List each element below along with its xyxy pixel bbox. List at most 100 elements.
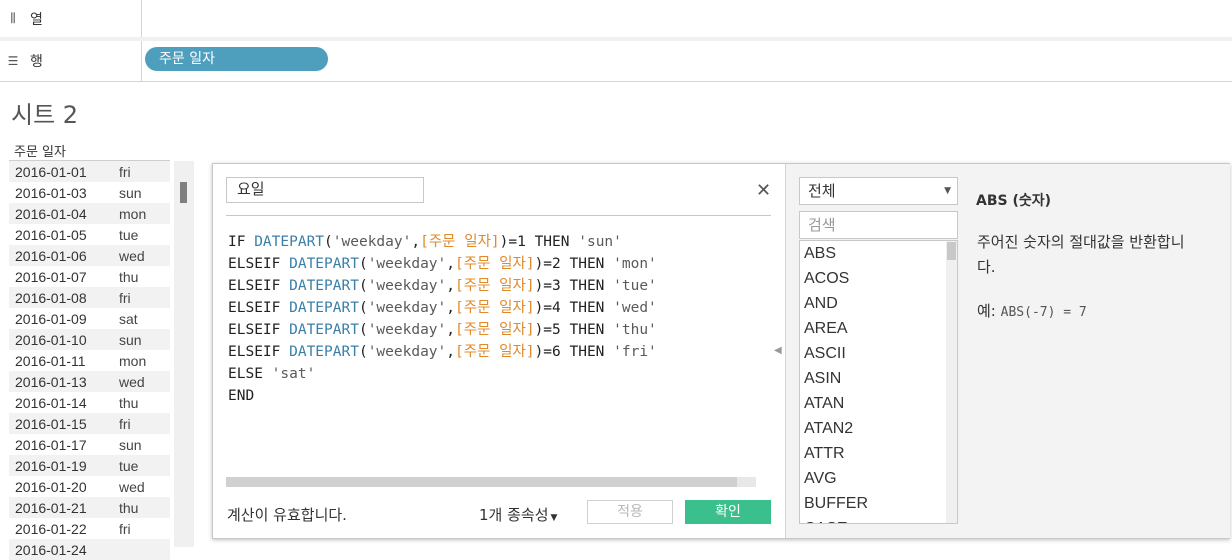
editor-hscrollbar-thumb[interactable] — [226, 477, 737, 487]
columns-shelf-label: ⫼ 열 — [0, 0, 142, 37]
formula-keyword: ELSEIF — [228, 300, 290, 316]
order-date-pill[interactable]: 주문 일자 — [145, 47, 328, 71]
formula-keyword: )=2 THEN — [534, 256, 614, 272]
formula-function: DATEPART — [289, 278, 359, 294]
formula-string: 'tue' — [613, 278, 657, 294]
formula-punct: , — [411, 234, 421, 250]
order-date-cell: 2016-01-04 — [15, 205, 87, 222]
function-list-scrollbar[interactable] — [946, 241, 957, 523]
table-row[interactable]: 2016-01-22 fri — [9, 518, 170, 539]
rows-shelf[interactable]: ☰ 행 주문 일자 — [0, 41, 1232, 82]
formula-function: DATEPART — [254, 234, 325, 250]
function-list-item[interactable]: AVG — [800, 466, 957, 491]
order-date-cell: 2016-01-13 — [15, 373, 87, 390]
table-row[interactable]: 2016-01-17 sun — [9, 434, 170, 455]
formula-punct: , — [446, 256, 455, 272]
sheet-scrollbar-thumb[interactable] — [180, 182, 187, 203]
formula-string: 'sun' — [578, 234, 622, 250]
formula-editor[interactable]: IF DATEPART('weekday',[주문 일자])=1 THEN 's… — [228, 231, 657, 407]
formula-keyword: ELSEIF — [228, 322, 290, 338]
order-date-cell: 2016-01-07 — [15, 268, 87, 285]
dependencies-label: 1개 종속성 — [479, 506, 549, 524]
function-category-select[interactable]: 전체 ▼ — [799, 177, 958, 205]
table-row[interactable]: 2016-01-14 thu — [9, 392, 170, 413]
function-list-item[interactable]: AREA — [800, 316, 957, 341]
table-row[interactable]: 2016-01-08 fri — [9, 287, 170, 308]
table-row[interactable]: 2016-01-24 — [9, 539, 170, 560]
dropdown-arrow-icon: ▼ — [944, 186, 951, 196]
table-row[interactable]: 2016-01-21 thu — [9, 497, 170, 518]
function-list-item[interactable]: BUFFER — [800, 491, 957, 516]
weekday-cell: sun — [119, 184, 142, 201]
formula-field: [주문 일자] — [455, 344, 535, 360]
function-list-item[interactable]: CASE — [800, 516, 957, 523]
weekday-cell: wed — [119, 373, 145, 390]
function-help-example: 예: ABS(-7) = 7 — [977, 300, 1087, 321]
formula-line: ELSEIF DATEPART('weekday',[주문 일자])=5 THE… — [228, 319, 657, 341]
function-panel: 전체 ▼ 검색 ABS ACOS AND AREA ASCII ASIN ATAN ATAN2… — [785, 164, 1230, 538]
sheet-scrollbar[interactable] — [174, 161, 194, 547]
table-row[interactable]: 2016-01-10 sun — [9, 329, 170, 350]
formula-field: [주문 일자] — [455, 278, 535, 294]
close-icon[interactable]: ✕ — [756, 180, 771, 201]
formula-string: 'sat' — [271, 366, 316, 382]
table-row[interactable]: 2016-01-06 wed — [9, 245, 170, 266]
formula-keyword: IF — [228, 234, 255, 250]
function-help-title: ABS (숫자) — [976, 193, 1052, 209]
formula-punct: , — [446, 344, 455, 360]
table-row[interactable]: 2016-01-20 wed — [9, 476, 170, 497]
order-date-cell: 2016-01-05 — [15, 226, 87, 243]
function-search-input[interactable]: 검색 — [799, 211, 958, 239]
function-list-item[interactable]: ATAN — [800, 391, 957, 416]
columns-label: 열 — [30, 11, 43, 28]
sheet-title[interactable]: 시트 2 — [11, 95, 78, 130]
formula-keyword: )=3 THEN — [534, 278, 614, 294]
table-row[interactable]: 2016-01-15 fri — [9, 413, 170, 434]
formula-line: ELSE 'sat' — [228, 363, 657, 385]
collapse-panel-icon[interactable]: ◀ — [774, 345, 782, 356]
formula-keyword: END — [228, 388, 255, 404]
table-row[interactable]: 2016-01-05 tue — [9, 224, 170, 245]
order-date-cell: 2016-01-14 — [15, 394, 87, 411]
function-list-scrollbar-thumb[interactable] — [947, 242, 956, 260]
apply-button[interactable]: 적용 — [587, 500, 673, 524]
function-list-item[interactable]: ATTR — [800, 441, 957, 466]
formula-line: ELSEIF DATEPART('weekday',[주문 일자])=3 THE… — [228, 275, 657, 297]
function-list-item[interactable]: ASIN — [800, 366, 957, 391]
table-row[interactable]: 2016-01-03 sun — [9, 182, 170, 203]
order-date-cell: 2016-01-15 — [15, 415, 87, 432]
table-row[interactable]: 2016-01-04 mon — [9, 203, 170, 224]
weekday-cell: fri — [119, 415, 131, 432]
formula-function: DATEPART — [289, 322, 359, 338]
columns-shelf[interactable]: ⫼ 열 — [0, 0, 1232, 38]
table-row[interactable]: 2016-01-19 tue — [9, 455, 170, 476]
formula-line: END — [228, 385, 657, 407]
function-list-item[interactable]: ATAN2 — [800, 416, 957, 441]
function-list-item[interactable]: AND — [800, 291, 957, 316]
calc-name-input[interactable]: 요일 — [226, 177, 424, 203]
ok-button[interactable]: 확인 — [685, 500, 771, 524]
weekday-cell: fri — [119, 163, 131, 180]
dependencies-dropdown[interactable]: 1개 종속성 ▼ — [479, 504, 557, 525]
formula-keyword: )=5 THEN — [534, 322, 614, 338]
formula-punct: , — [446, 300, 455, 316]
weekday-cell: sun — [119, 331, 142, 348]
table-row[interactable]: 2016-01-01 fri — [9, 161, 170, 182]
formula-punct: ( — [358, 256, 368, 272]
order-date-cell: 2016-01-21 — [15, 499, 87, 516]
formula-keyword: )=4 THEN — [534, 300, 614, 316]
table-row[interactable]: 2016-01-11 mon — [9, 350, 170, 371]
formula-keyword: ELSEIF — [228, 344, 290, 360]
table-row[interactable]: 2016-01-09 sat — [9, 308, 170, 329]
function-list-item[interactable]: ASCII — [800, 341, 957, 366]
function-list-item[interactable]: ABS — [800, 241, 957, 266]
table-row[interactable]: 2016-01-13 wed — [9, 371, 170, 392]
formula-keyword: ELSEIF — [228, 278, 290, 294]
function-list-item[interactable]: ACOS — [800, 266, 957, 291]
column-header[interactable]: 주문 일자 — [14, 141, 66, 160]
formula-string: 'weekday' — [332, 234, 412, 250]
table-row[interactable]: 2016-01-07 thu — [9, 266, 170, 287]
function-list[interactable]: ABS ACOS AND AREA ASCII ASIN ATAN ATAN2 ATTR AVG B… — [799, 240, 958, 524]
order-date-cell: 2016-01-24 — [15, 541, 87, 558]
formula-field: [주문 일자] — [455, 322, 535, 338]
